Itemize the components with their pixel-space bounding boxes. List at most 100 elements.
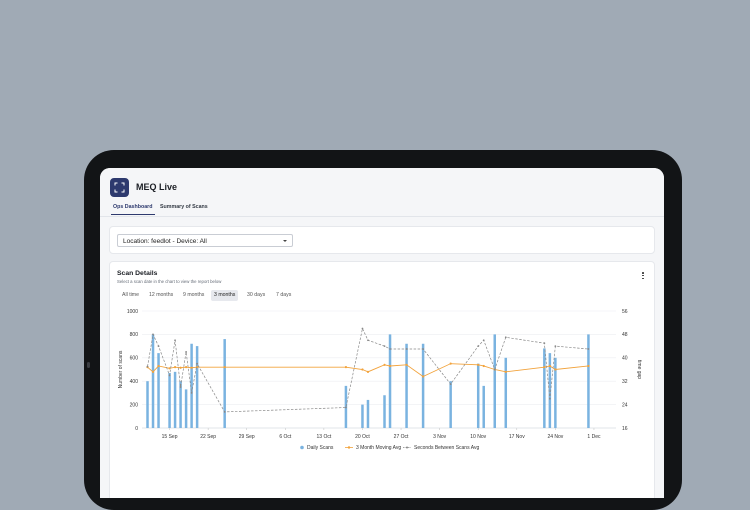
point-seconds-between xyxy=(196,362,199,365)
point-seconds-between xyxy=(367,339,369,342)
point-moving-avg xyxy=(449,362,452,365)
location-device-select[interactable]: Location: feedlot - Device: All xyxy=(117,234,293,247)
x-tick-label: 10 Nov xyxy=(470,434,486,440)
point-moving-avg xyxy=(361,368,364,371)
bar-daily-scans xyxy=(449,381,452,428)
legend-swatch-daily-scans xyxy=(300,445,304,450)
x-tick-label: 13 Oct xyxy=(317,434,332,440)
bar-daily-scans xyxy=(361,404,364,428)
y-tick-label: 600 xyxy=(130,356,139,362)
point-seconds-between xyxy=(389,348,391,350)
bar-daily-scans xyxy=(504,357,508,428)
point-seconds-between xyxy=(152,333,154,336)
scan-frame-icon[interactable] xyxy=(110,178,129,197)
bar-daily-scans xyxy=(168,373,171,428)
point-seconds-between xyxy=(504,336,507,339)
point-moving-avg xyxy=(366,370,370,373)
legend-label-moving-avg: 3 Month Moving Avg xyxy=(356,445,401,451)
bar-daily-scans xyxy=(421,343,425,428)
point-moving-avg xyxy=(168,367,171,370)
bar-daily-scans xyxy=(543,348,546,428)
point-seconds-between xyxy=(190,392,193,394)
y-right-axis-title: time gap xyxy=(636,360,642,379)
point-seconds-between xyxy=(482,339,485,342)
bar-daily-scans xyxy=(146,381,149,428)
point-moving-avg xyxy=(383,363,386,366)
legend-label-daily-scans: Daily Scans xyxy=(307,445,334,451)
point-seconds-between xyxy=(449,383,452,386)
point-moving-avg xyxy=(548,364,551,368)
y-axis-title: Number of scans xyxy=(118,350,124,388)
x-tick-label: 22 Sep xyxy=(200,434,216,440)
y-tick-label: 800 xyxy=(130,332,139,338)
tabs-divider xyxy=(100,215,664,217)
bar-daily-scans xyxy=(383,395,386,428)
y-right-tick-label: 48 xyxy=(622,332,628,338)
point-moving-avg xyxy=(179,366,182,369)
legend-dot-seconds-between xyxy=(406,446,408,449)
point-moving-avg xyxy=(173,366,177,369)
point-seconds-between xyxy=(587,348,590,350)
bar-daily-scans xyxy=(223,339,226,428)
point-seconds-between xyxy=(477,345,480,347)
bar-daily-scans xyxy=(179,381,182,428)
point-seconds-between xyxy=(168,374,171,377)
bar-daily-scans xyxy=(173,371,177,428)
bar-daily-scans xyxy=(366,399,370,428)
bar-daily-scans xyxy=(405,343,408,428)
point-seconds-between xyxy=(405,348,408,350)
x-tick-label: 3 Nov xyxy=(433,434,447,440)
point-seconds-between xyxy=(554,345,557,347)
point-moving-avg xyxy=(157,364,160,368)
filter-card: Location: feedlot - Device: All xyxy=(109,226,655,254)
point-moving-avg xyxy=(587,364,590,368)
x-tick-label: 29 Sep xyxy=(239,434,255,440)
point-seconds-between xyxy=(422,348,424,350)
bar-daily-scans xyxy=(493,334,496,428)
bar-daily-scans xyxy=(157,353,160,428)
chevron-down-icon xyxy=(283,240,287,242)
app-header: MEQ Live Ops Dashboard Summary of Scans xyxy=(100,168,664,218)
y-tick-label: 1000 xyxy=(127,309,138,315)
tab-summary-of-scans[interactable]: Summary of Scans xyxy=(160,204,208,210)
y-right-tick-label: 24 xyxy=(622,402,628,408)
point-seconds-between xyxy=(146,365,149,368)
y-right-tick-label: 40 xyxy=(622,356,628,362)
point-seconds-between xyxy=(174,339,176,342)
legend-label-seconds-between: Seconds Between Scans Avg xyxy=(414,445,479,451)
line-moving-avg xyxy=(147,363,589,378)
scan-details-chart[interactable]: 0 200 400 600 800 1000 16 24 32 40 48 56 Number of s… xyxy=(110,262,656,498)
point-seconds-between xyxy=(179,386,182,388)
point-moving-avg xyxy=(482,364,485,368)
point-seconds-between xyxy=(543,342,546,345)
bar-daily-scans xyxy=(151,334,155,428)
point-moving-avg xyxy=(151,370,155,373)
x-tick-label: 15 Sep xyxy=(162,434,178,440)
point-seconds-between xyxy=(185,351,187,353)
point-moving-avg xyxy=(223,366,226,369)
point-seconds-between xyxy=(548,397,551,400)
scan-details-card: Scan Details Select a scan date in the c… xyxy=(109,261,655,498)
point-moving-avg xyxy=(504,370,507,373)
x-tick-label: 17 Nov xyxy=(509,434,525,440)
app-screen: MEQ Live Ops Dashboard Summary of Scans … xyxy=(100,168,664,498)
point-moving-avg xyxy=(477,363,480,366)
point-moving-avg xyxy=(388,364,392,368)
x-tick-label: 1 Dec xyxy=(587,434,601,440)
x-tick-label: 6 Oct xyxy=(279,434,292,440)
y-tick-label: 400 xyxy=(130,379,139,385)
bar-daily-scans xyxy=(184,389,188,428)
tablet-side-button xyxy=(87,362,90,368)
point-moving-avg xyxy=(184,366,188,369)
point-seconds-between xyxy=(157,345,160,347)
tab-ops-dashboard[interactable]: Ops Dashboard xyxy=(113,204,152,210)
point-moving-avg xyxy=(543,366,546,369)
y-right-tick-label: 56 xyxy=(622,309,628,315)
y-tick-label: 200 xyxy=(130,402,139,408)
y-tick-label: 0 xyxy=(135,426,138,432)
point-moving-avg xyxy=(421,375,425,378)
app-title: MEQ Live xyxy=(136,182,178,192)
location-device-value: Location: feedlot - Device: All xyxy=(123,237,207,245)
point-moving-avg xyxy=(405,363,408,366)
point-seconds-between xyxy=(493,368,496,371)
